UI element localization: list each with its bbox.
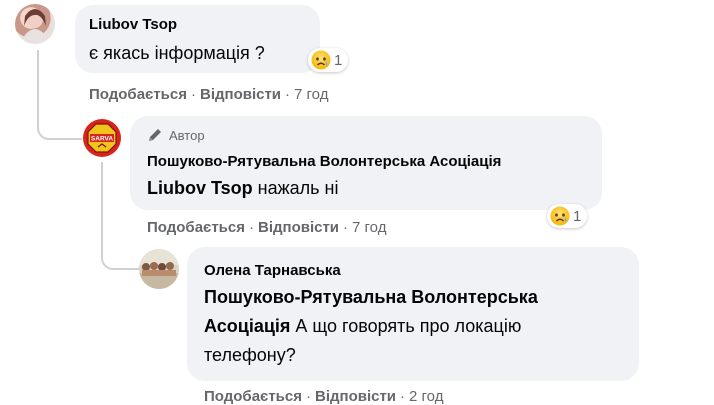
comment-text-body: А що говорять про локацію [290, 316, 522, 336]
comment-text: є якась інформація ? [89, 43, 265, 63]
separator-dot: · [190, 86, 196, 103]
comment-author[interactable]: Liubov Tsop [89, 16, 177, 33]
like-button[interactable]: Подобається [89, 86, 187, 103]
mention-link[interactable]: Liubov Tsop [147, 178, 253, 198]
timestamp[interactable]: 7 год [352, 219, 386, 236]
separator-dot: · [343, 219, 349, 236]
sarva-logo-icon: SARVA [83, 119, 121, 157]
comment-text: Liubov Tsop нажаль ні [147, 178, 338, 199]
avatar-sarva[interactable]: SARVA [82, 118, 122, 158]
reaction-badge[interactable]: 1 [547, 204, 588, 228]
comment-text-line-1: Пошуково-Рятувальна Волонтерська [204, 287, 538, 308]
avatar-liubov[interactable] [15, 4, 55, 44]
avatar-logo-text: SARVA [91, 136, 113, 143]
comment-text-line-3: телефону? [204, 345, 296, 365]
reaction-badge[interactable]: 1 [308, 48, 349, 72]
reply-button[interactable]: Відповісти [258, 219, 339, 236]
reaction-count: 1 [334, 51, 343, 69]
separator-dot: · [248, 219, 254, 236]
like-button[interactable]: Подобається [147, 219, 245, 236]
timestamp[interactable]: 2 год [409, 388, 443, 405]
like-button[interactable]: Подобається [204, 388, 302, 405]
reaction-count: 1 [573, 207, 582, 225]
comment-actions: Подобається · Відповісти · 7 год [147, 219, 386, 236]
comment-actions: Подобається · Відповісти · 2 год [204, 388, 443, 405]
timestamp[interactable]: 7 год [294, 86, 328, 103]
separator-dot: · [285, 86, 291, 103]
mention-link[interactable]: Пошуково-Рятувальна Волонтерська [204, 287, 538, 307]
separator-dot: · [305, 388, 311, 405]
sad-emoji-icon [550, 206, 570, 226]
comment-text-line-2: Асоціація А що говорять про локацію [204, 316, 521, 337]
author-tag: Автор [147, 127, 205, 143]
avatar-olena[interactable] [139, 249, 179, 289]
comment-author[interactable]: Пошуково-Рятувальна Волонтерська Асоціац… [147, 153, 501, 170]
reply-button[interactable]: Відповісти [315, 388, 396, 405]
author-tag-label: Автор [169, 127, 205, 143]
comment-actions: Подобається · Відповісти · 7 год [89, 86, 328, 103]
reply-button[interactable]: Відповісти [200, 86, 281, 103]
person-photo-icon [21, 9, 49, 44]
group-photo-icon [139, 249, 179, 289]
pencil-icon [149, 129, 161, 141]
separator-dot: · [400, 388, 406, 405]
comment-author[interactable]: Олена Тарнавська [204, 262, 341, 279]
comment-text-body: нажаль ні [252, 178, 339, 198]
sad-emoji-icon [311, 50, 331, 70]
mention-link[interactable]: Асоціація [204, 316, 290, 336]
